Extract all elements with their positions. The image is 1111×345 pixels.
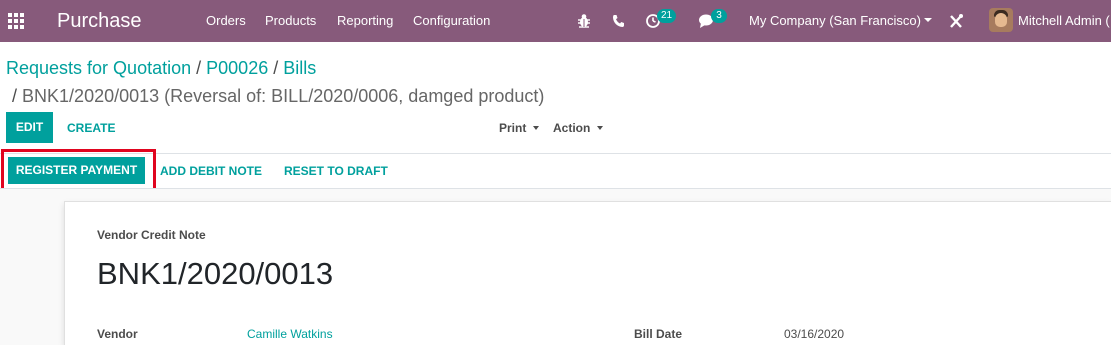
activity-count-badge: 21 — [657, 9, 677, 23]
reset-to-draft-button[interactable]: RESET TO DRAFT — [284, 164, 388, 178]
breadcrumb-separator: / — [12, 86, 18, 106]
menu-orders[interactable]: Orders — [206, 13, 246, 29]
top-navbar: Purchase Orders Products Reporting Confi… — [0, 0, 1111, 42]
menu-reporting[interactable]: Reporting — [337, 13, 393, 29]
document-type-label: Vendor Credit Note — [97, 228, 206, 242]
breadcrumb-current: / BNK1/2020/0013 (Reversal of: BILL/2020… — [12, 85, 544, 107]
breadcrumb-active-record: BNK1/2020/0013 (Reversal of: BILL/2020/0… — [22, 86, 545, 106]
app-name[interactable]: Purchase — [57, 8, 142, 34]
print-chevron-down-icon[interactable] — [533, 126, 539, 130]
apps-grid-icon[interactable] — [8, 13, 24, 29]
tools-icon[interactable] — [948, 12, 966, 30]
vendor-label: Vendor — [97, 327, 138, 341]
menu-configuration[interactable]: Configuration — [413, 13, 490, 29]
message-count-badge: 3 — [711, 9, 727, 23]
document-name: BNK1/2020/0013 — [97, 256, 334, 291]
breadcrumb: Requests for Quotation / P00026 / Bills — [6, 57, 316, 79]
phone-icon[interactable] — [610, 12, 628, 30]
action-dropdown[interactable]: Action — [553, 121, 590, 135]
action-chevron-down-icon[interactable] — [597, 126, 603, 130]
breadcrumb-po[interactable]: P00026 — [206, 58, 268, 78]
breadcrumb-requests-for-quotation[interactable]: Requests for Quotation — [6, 58, 191, 78]
vendor-link[interactable]: Camille Watkins — [247, 327, 333, 341]
breadcrumb-separator: / — [273, 58, 279, 78]
add-debit-note-button[interactable]: ADD DEBIT NOTE — [160, 164, 262, 178]
bug-icon[interactable] — [576, 12, 594, 30]
bill-date-label: Bill Date — [634, 327, 683, 341]
create-button[interactable]: CREATE — [67, 121, 115, 135]
breadcrumb-separator: / — [196, 58, 202, 78]
print-dropdown[interactable]: Print — [499, 121, 526, 135]
edit-button[interactable]: EDIT — [6, 112, 53, 143]
chevron-down-icon[interactable] — [924, 18, 932, 22]
company-switcher[interactable]: My Company (San Francisco) — [749, 13, 921, 29]
avatar[interactable] — [989, 8, 1013, 32]
menu-products[interactable]: Products — [265, 13, 316, 29]
user-menu[interactable]: Mitchell Admin ( — [1018, 13, 1110, 29]
breadcrumb-bills[interactable]: Bills — [283, 58, 316, 78]
bill-date-value: 03/16/2020 — [784, 327, 845, 341]
